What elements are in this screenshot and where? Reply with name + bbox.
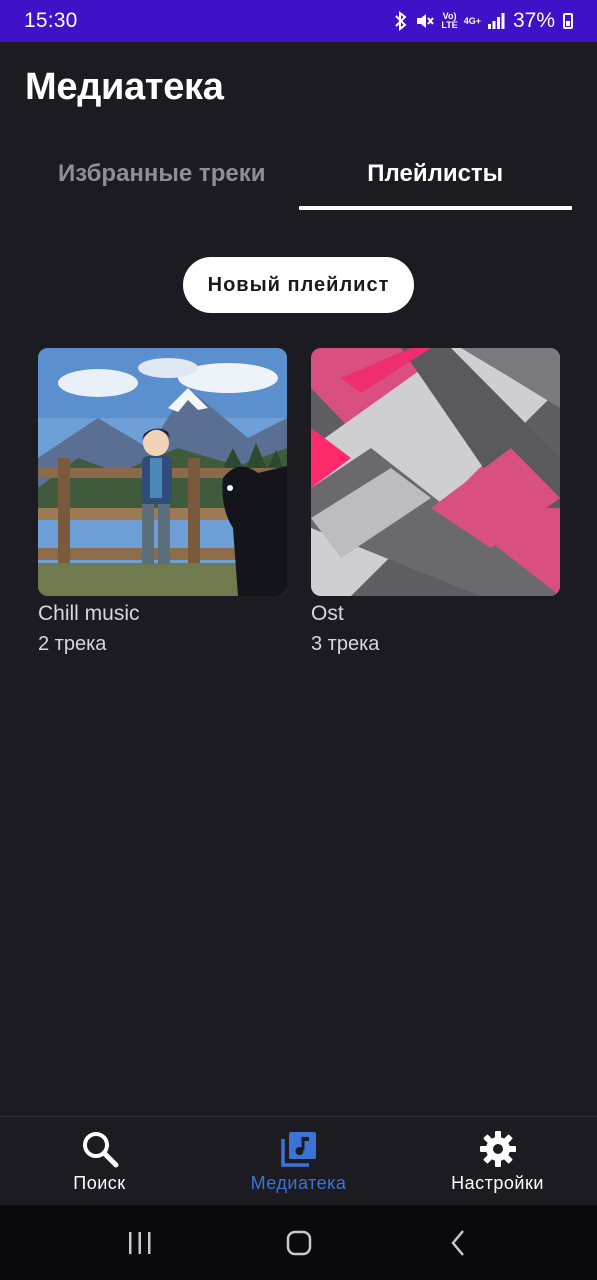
status-icons: Vo) LTE 4G+ 37% — [393, 9, 573, 33]
playlist-card[interactable]: Ost 3 трека — [311, 348, 560, 658]
volte-icon: Vo) LTE — [441, 11, 458, 30]
back-icon — [450, 1229, 464, 1256]
system-navigation-bar — [0, 1205, 597, 1280]
nav-label-library: Медиатека — [250, 1173, 347, 1193]
home-icon — [286, 1230, 311, 1255]
settings-gear-icon — [479, 1131, 516, 1167]
tab-favorite-tracks[interactable]: Избранные треки — [25, 140, 299, 208]
playlist-name: Chill music — [38, 602, 140, 625]
tab-bar: Избранные треки Плейлисты — [25, 140, 572, 212]
4g-icon: 4G+ — [463, 15, 481, 26]
playlist-cover-image[interactable] — [38, 348, 287, 596]
home-button[interactable] — [269, 1213, 329, 1273]
tab-playlists-label: Плейлисты — [367, 160, 504, 187]
tab-playlists[interactable]: Плейлисты — [298, 140, 572, 210]
recent-apps-icon — [128, 1231, 150, 1254]
nav-item-library[interactable]: Медиатека — [199, 1117, 398, 1205]
recent-apps-button[interactable] — [110, 1213, 170, 1273]
app-screen: 15:30 Vo) LTE 4G+ 37% Медиатека Избранны… — [0, 0, 597, 1280]
active-tab-indicator — [298, 206, 572, 210]
playlist-cover-image[interactable] — [311, 348, 560, 596]
playlist-track-count: 3 трека — [311, 633, 380, 655]
search-icon — [82, 1132, 118, 1168]
playlist-track-count: 2 трека — [38, 633, 107, 655]
bottom-navigation: Поиск Медиатека Настройки — [0, 1116, 597, 1205]
nav-item-search[interactable]: Поиск — [0, 1117, 199, 1205]
new-playlist-button[interactable]: Новый плейлист — [183, 257, 414, 313]
mute-icon — [417, 14, 435, 28]
nav-label-settings: Настройки — [451, 1173, 544, 1193]
music-library-icon — [280, 1132, 316, 1167]
back-button[interactable] — [428, 1213, 488, 1273]
playlist-card[interactable]: Chill music 2 трека — [38, 348, 287, 658]
nav-label-search: Поиск — [73, 1173, 126, 1193]
playlist-name: Ost — [311, 602, 344, 625]
bluetooth-icon — [395, 11, 407, 31]
page-title: Медиатека — [25, 66, 224, 108]
battery-percent: 37% — [512, 9, 555, 32]
signal-icon — [487, 13, 505, 29]
tab-favorite-tracks-label: Избранные треки — [58, 160, 266, 187]
battery-icon — [563, 13, 573, 29]
status-time: 15:30 — [24, 9, 78, 32]
status-bar: 15:30 Vo) LTE 4G+ 37% — [0, 0, 597, 42]
nav-item-settings[interactable]: Настройки — [398, 1117, 597, 1205]
